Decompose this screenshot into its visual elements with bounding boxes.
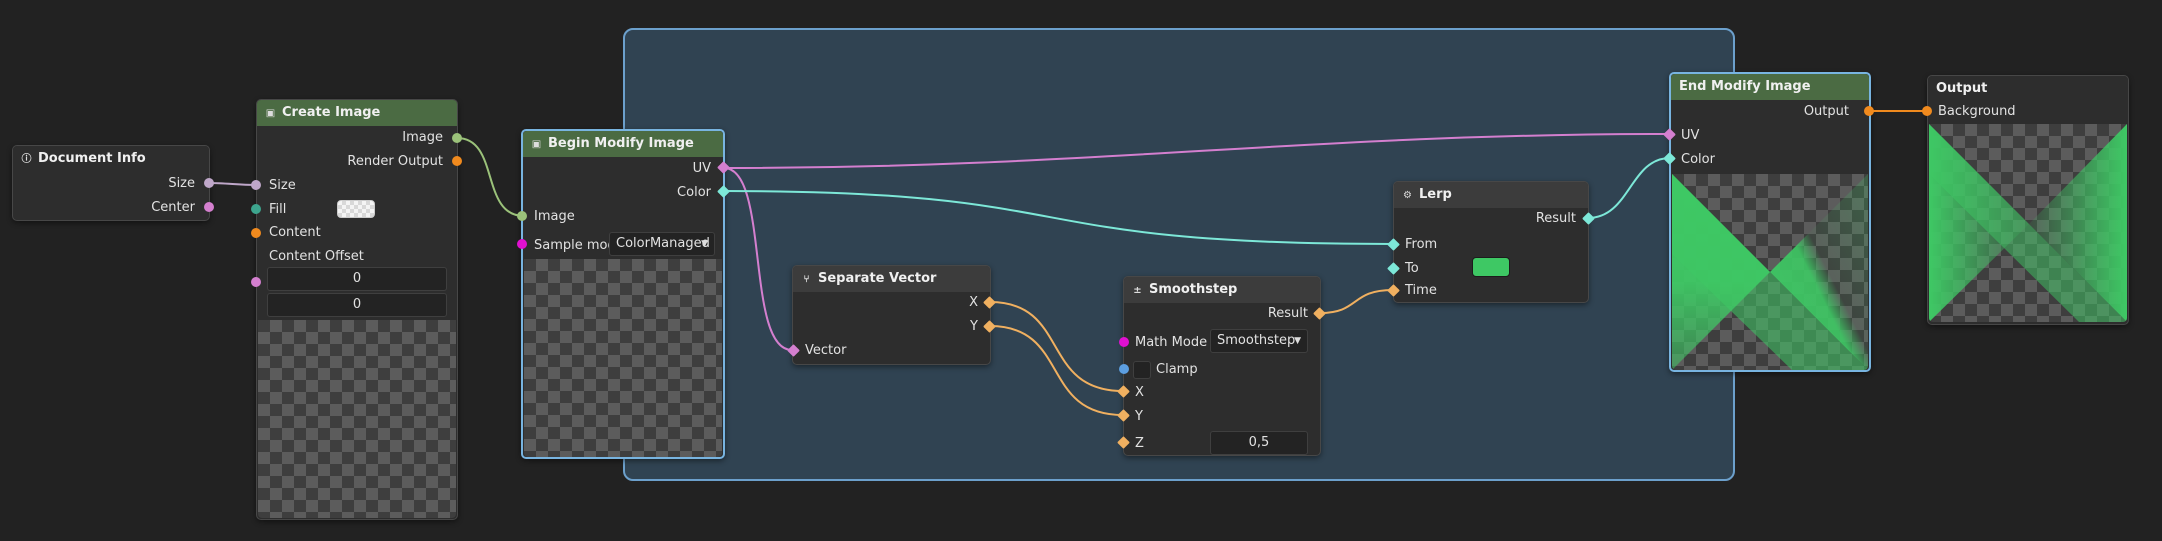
port-create-size-in[interactable] bbox=[251, 180, 261, 190]
node-header[interactable]: End Modify Image bbox=[1671, 74, 1869, 100]
wire-image bbox=[456, 137, 525, 217]
offset-y-field[interactable]: 0 bbox=[267, 293, 447, 317]
gradient-preview-graphic bbox=[1929, 124, 2127, 322]
node-header[interactable]: ⚙ Lerp bbox=[1394, 182, 1588, 208]
node-header[interactable]: ⑂ Separate Vector bbox=[793, 266, 990, 292]
port-docinfo-center[interactable] bbox=[204, 202, 214, 212]
node-title: Separate Vector bbox=[818, 271, 937, 286]
to-color-swatch[interactable] bbox=[1472, 257, 1510, 277]
input-image-label: Image bbox=[534, 209, 575, 224]
input-color-label: Color bbox=[1681, 152, 1715, 167]
fill-color-swatch[interactable] bbox=[337, 200, 375, 218]
port-end-output-out[interactable] bbox=[1864, 106, 1874, 116]
input-content-offset-label: Content Offset bbox=[269, 249, 364, 264]
info-icon: ⓘ bbox=[21, 153, 32, 165]
node-title: Lerp bbox=[1419, 187, 1452, 202]
node-output[interactable]: Output Background bbox=[1927, 75, 2129, 325]
gear-icon: ⚙ bbox=[1403, 189, 1412, 201]
output-result-label: Result bbox=[1535, 211, 1576, 226]
result-preview bbox=[1672, 174, 1868, 370]
math-mode-value: Smoothstep bbox=[1217, 333, 1296, 348]
node-header[interactable]: ▣ Create Image bbox=[257, 100, 457, 126]
node-end-modify-image[interactable]: End Modify Image Output UV Color bbox=[1669, 72, 1871, 372]
sample-mode-dropdown[interactable]: ColorManaged ▼ bbox=[609, 232, 715, 256]
wire-size bbox=[208, 182, 257, 186]
math-mode-dropdown[interactable]: Smoothstep ▼ bbox=[1210, 329, 1308, 353]
port-create-image-out[interactable] bbox=[452, 133, 462, 143]
output-center-label: Center bbox=[151, 200, 195, 215]
output-render-label: Render Output bbox=[347, 154, 443, 169]
node-header[interactable]: Output bbox=[1928, 76, 2128, 102]
input-z-label: Z bbox=[1135, 436, 1144, 451]
input-from-label: From bbox=[1405, 237, 1438, 252]
node-title: Create Image bbox=[282, 105, 381, 120]
image-preview bbox=[258, 320, 456, 518]
node-title: Output bbox=[1936, 81, 1988, 96]
node-begin-modify-image[interactable]: ▣ Begin Modify Image UV Color Image Samp… bbox=[521, 129, 725, 459]
input-size-label: Size bbox=[269, 178, 296, 193]
image-preview bbox=[524, 259, 722, 457]
split-icon: ⑂ bbox=[803, 273, 810, 285]
input-background-label: Background bbox=[1938, 104, 2016, 119]
chevron-down-icon: ▼ bbox=[701, 239, 708, 249]
node-header[interactable]: ⓘ Document Info bbox=[13, 146, 209, 172]
node-title: Document Info bbox=[38, 151, 146, 166]
output-preview bbox=[1929, 124, 2127, 322]
node-lerp[interactable]: ⚙ Lerp Result From To Time bbox=[1393, 181, 1589, 303]
chevron-down-icon: ▼ bbox=[1294, 336, 1301, 346]
input-to-label: To bbox=[1405, 261, 1419, 276]
output-image-label: Image bbox=[402, 130, 443, 145]
node-header[interactable]: ± Smoothstep bbox=[1124, 277, 1320, 303]
port-output-background-in[interactable] bbox=[1922, 106, 1932, 116]
port-begin-sample-mode-in[interactable] bbox=[517, 239, 527, 249]
offset-x-field[interactable]: 0 bbox=[267, 267, 447, 291]
output-x-label: X bbox=[969, 295, 978, 310]
image-icon: ▣ bbox=[265, 107, 276, 119]
image-icon: ▣ bbox=[531, 138, 542, 150]
node-title: Begin Modify Image bbox=[548, 136, 694, 151]
z-value-field[interactable]: 0,5 bbox=[1210, 431, 1308, 455]
port-smooth-mathmode-in[interactable] bbox=[1119, 337, 1129, 347]
input-math-mode-label: Math Mode bbox=[1135, 335, 1208, 350]
output-y-label: Y bbox=[970, 319, 978, 334]
plus-minus-icon: ± bbox=[1133, 284, 1142, 296]
port-create-content-in[interactable] bbox=[251, 228, 261, 238]
clamp-checkbox[interactable] bbox=[1133, 361, 1151, 379]
output-size-label: Size bbox=[168, 176, 195, 191]
node-title: End Modify Image bbox=[1679, 79, 1811, 94]
port-create-render-out[interactable] bbox=[452, 156, 462, 166]
port-docinfo-size[interactable] bbox=[204, 178, 214, 188]
input-vector-label: Vector bbox=[805, 343, 847, 358]
port-smooth-clamp-in[interactable] bbox=[1119, 364, 1129, 374]
input-y-label: Y bbox=[1135, 409, 1143, 424]
node-header[interactable]: ▣ Begin Modify Image bbox=[523, 131, 723, 157]
output-result-label: Result bbox=[1267, 306, 1308, 321]
input-content-label: Content bbox=[269, 225, 321, 240]
output-output-label: Output bbox=[1803, 104, 1849, 119]
port-create-offset-in[interactable] bbox=[251, 277, 261, 287]
output-color-label: Color bbox=[677, 185, 711, 200]
node-create-image[interactable]: ▣ Create Image Image Render Output Size … bbox=[256, 99, 458, 520]
input-x-label: X bbox=[1135, 385, 1144, 400]
gradient-preview-graphic bbox=[1672, 174, 1868, 370]
port-begin-image-in[interactable] bbox=[517, 211, 527, 221]
sample-mode-value: ColorManaged bbox=[616, 236, 710, 251]
port-create-fill-in[interactable] bbox=[251, 204, 261, 214]
node-document-info[interactable]: ⓘ Document Info Size Center bbox=[12, 145, 210, 221]
node-separate-vector[interactable]: ⑂ Separate Vector X Y Vector bbox=[792, 265, 991, 365]
input-time-label: Time bbox=[1405, 283, 1437, 298]
node-smoothstep[interactable]: ± Smoothstep Result Math Mode Smoothstep… bbox=[1123, 276, 1321, 456]
node-title: Smoothstep bbox=[1149, 282, 1238, 297]
input-clamp-label: Clamp bbox=[1156, 362, 1198, 377]
output-uv-label: UV bbox=[692, 161, 711, 176]
input-uv-label: UV bbox=[1681, 128, 1700, 143]
input-fill-label: Fill bbox=[269, 202, 287, 217]
